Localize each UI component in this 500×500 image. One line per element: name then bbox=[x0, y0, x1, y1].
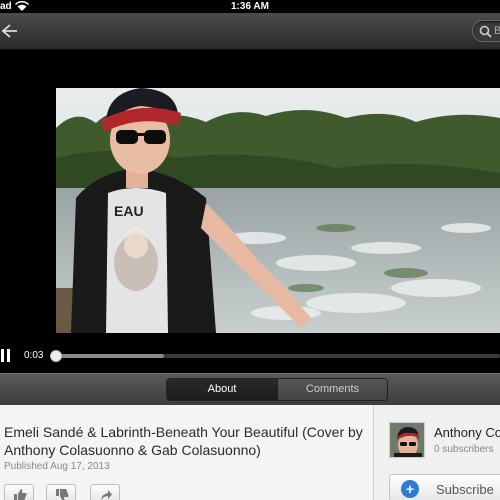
tab-comments[interactable]: Comments bbox=[277, 379, 387, 400]
video-frame[interactable]: EAU bbox=[56, 88, 500, 333]
search-input[interactable]: Bi bbox=[472, 20, 500, 42]
tab-about[interactable]: About bbox=[167, 379, 277, 400]
thumbs-down-icon bbox=[56, 489, 69, 500]
progress-track[interactable] bbox=[50, 350, 500, 362]
svg-text:EAU: EAU bbox=[114, 203, 144, 219]
publish-date: Published Aug 17, 2013 bbox=[4, 461, 110, 472]
like-button[interactable] bbox=[4, 484, 34, 500]
share-icon bbox=[101, 490, 112, 500]
dislike-button[interactable] bbox=[46, 484, 76, 500]
avatar-image bbox=[390, 423, 424, 457]
nav-bar: Bi bbox=[0, 13, 500, 50]
share-button[interactable] bbox=[90, 484, 120, 500]
subscribe-label: Subscribe bbox=[436, 482, 494, 497]
plus-icon: + bbox=[401, 480, 419, 498]
search-icon bbox=[479, 25, 492, 38]
tab-strip: About Comments bbox=[0, 373, 500, 405]
segmented-tabs: About Comments bbox=[166, 378, 388, 401]
search-placeholder: Bi bbox=[494, 25, 500, 37]
avatar[interactable] bbox=[389, 422, 425, 458]
channel-panel: Anthony Co 0 subscribers + Subscribe bbox=[374, 405, 500, 500]
video-player[interactable]: EAU 0:03 bbox=[0, 51, 500, 373]
arrow-left-icon[interactable] bbox=[0, 21, 20, 41]
video-details: Emeli Sandé & Labrinth-Beneath Your Beau… bbox=[0, 405, 374, 500]
player-controls: 0:03 bbox=[0, 339, 500, 373]
channel-name[interactable]: Anthony Co bbox=[434, 425, 500, 440]
current-time: 0:03 bbox=[24, 350, 44, 361]
info-panel: Emeli Sandé & Labrinth-Beneath Your Beau… bbox=[0, 405, 500, 500]
status-time: 1:36 AM bbox=[231, 1, 269, 12]
scrubber-handle[interactable] bbox=[50, 350, 62, 362]
buffered-bar bbox=[52, 354, 164, 358]
thumbs-up-icon bbox=[14, 489, 27, 500]
subscriber-count: 0 subscribers bbox=[434, 444, 494, 455]
status-bar: ad 1:36 AM bbox=[0, 0, 500, 13]
subscribe-button[interactable]: + Subscribe bbox=[389, 474, 500, 500]
pause-icon[interactable] bbox=[0, 349, 12, 363]
video-frame-image: EAU bbox=[56, 88, 500, 333]
video-title: Emeli Sandé & Labrinth-Beneath Your Beau… bbox=[4, 424, 363, 458]
